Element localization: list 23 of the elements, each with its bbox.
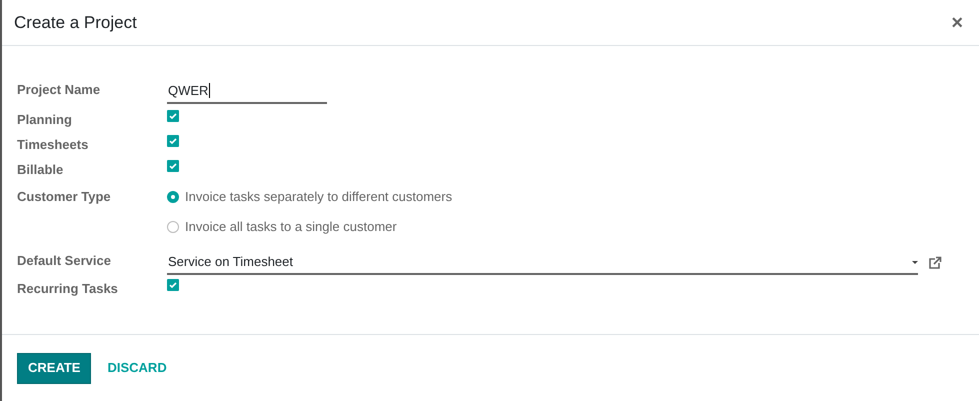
field-label: Timesheets (17, 136, 90, 154)
external-link-icon[interactable] (928, 256, 942, 270)
checkbox[interactable] (167, 279, 179, 291)
dialog-title: Create a Project (14, 12, 137, 34)
radio-button[interactable] (167, 191, 179, 203)
input-field[interactable]: QWER (167, 80, 327, 104)
caret-icon (912, 260, 918, 264)
radio-label: Invoice all tasks to a single customer (185, 218, 397, 236)
field-label: Billable (17, 161, 64, 179)
dropdown-field[interactable]: Service on Timesheet (167, 251, 918, 275)
checkbox[interactable] (167, 160, 179, 172)
radio-button[interactable] (167, 221, 179, 233)
checkbox[interactable] (167, 110, 179, 122)
field-label: Project Name (17, 81, 102, 99)
checkbox[interactable] (167, 135, 179, 147)
close-button[interactable]: × (951, 12, 963, 32)
field-label: Default Service (17, 252, 112, 270)
discard-button[interactable]: DISCARD (107, 352, 167, 384)
radio-label: Invoice tasks separately to different customers (185, 188, 452, 206)
field-label: Recurring Tasks (17, 280, 119, 298)
create-button[interactable]: CREATE (17, 352, 92, 384)
field-label: Planning (17, 111, 73, 129)
field-label: Customer Type (17, 188, 112, 206)
